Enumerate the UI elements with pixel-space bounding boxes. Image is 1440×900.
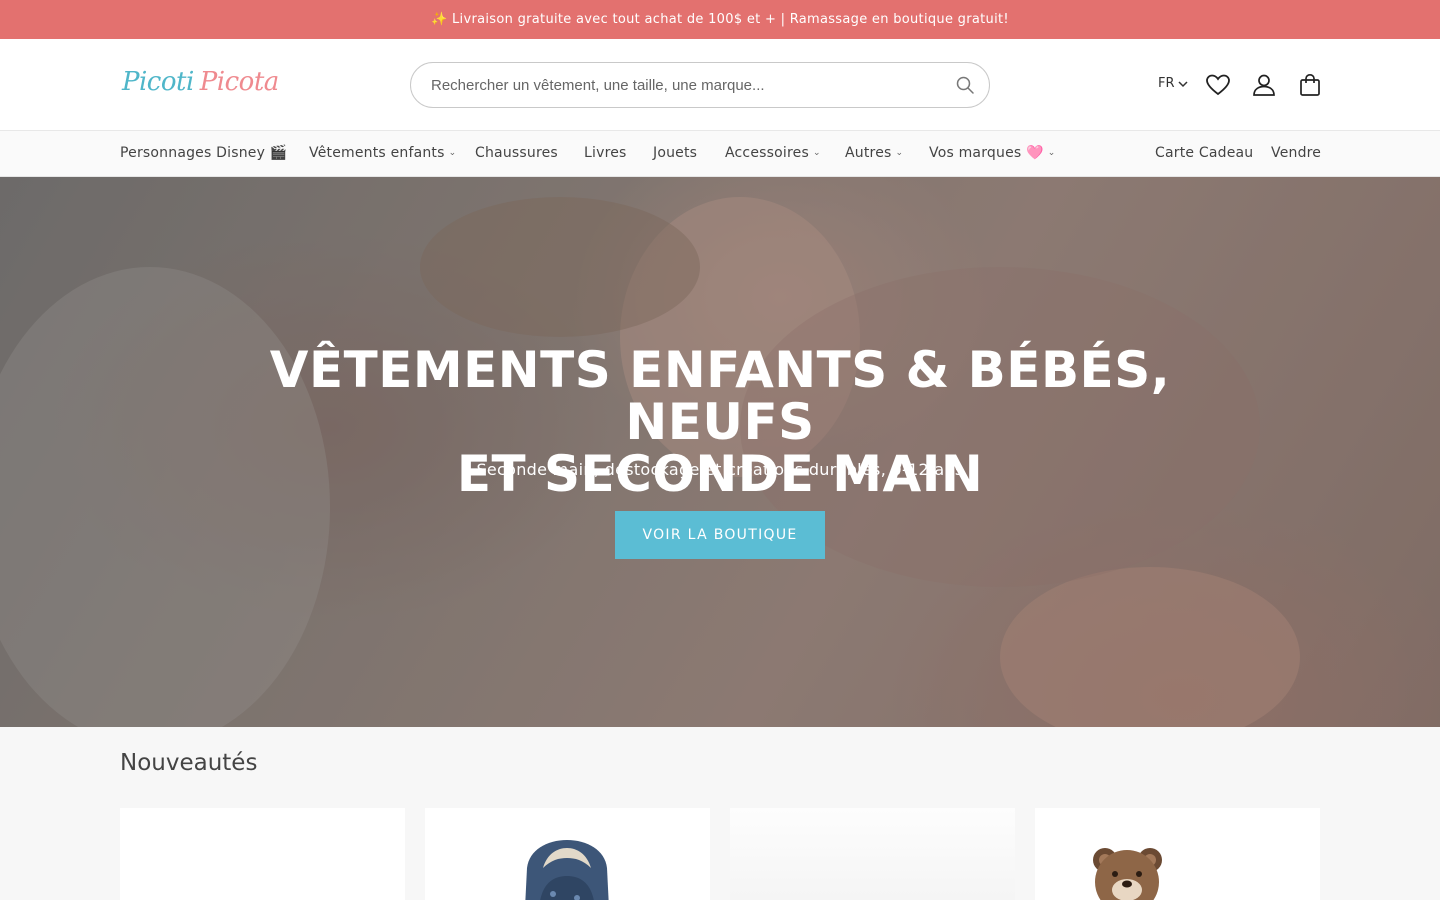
account-user-icon[interactable] — [1251, 72, 1277, 98]
announcement-text: ✨ Livraison gratuite avec tout achat de … — [431, 12, 1009, 27]
product-image — [525, 840, 609, 900]
product-image — [1093, 848, 1162, 900]
nav-item-label: Livres — [584, 145, 627, 161]
site-logo[interactable]: Picoti Picota — [122, 67, 279, 97]
announcement-bar: ✨ Livraison gratuite avec tout achat de … — [0, 0, 1440, 39]
nav-item-personnages-disney[interactable]: Personnages Disney 🎬 — [120, 145, 287, 161]
product-card[interactable] — [425, 808, 710, 900]
nav-item-vetements-enfants[interactable]: Vêtements enfants ⌄ — [309, 145, 456, 161]
wishlist-heart-icon[interactable] — [1205, 72, 1231, 98]
language-selector[interactable]: FR — [1158, 76, 1188, 91]
product-image — [120, 808, 405, 900]
hero-subtitle: Seconde main, déstockage et créations du… — [476, 460, 964, 479]
main-navigation: Personnages Disney 🎬 Vêtements enfants ⌄ … — [0, 131, 1440, 177]
nav-item-jouets[interactable]: Jouets — [653, 145, 697, 161]
product-image — [730, 808, 1015, 900]
search-input[interactable] — [431, 63, 941, 107]
search-box — [410, 62, 990, 108]
nav-item-label: Personnages Disney 🎬 — [120, 145, 288, 161]
nav-item-livres[interactable]: Livres — [584, 145, 627, 161]
nav-item-label: Vendre — [1271, 145, 1322, 161]
nav-item-label: Vêtements enfants — [309, 145, 445, 161]
nav-item-vendre[interactable]: Vendre — [1271, 145, 1321, 161]
nav-item-label: Vos marques 🩷 — [929, 145, 1044, 161]
cart-bag-icon[interactable] — [1297, 72, 1323, 98]
chevron-down-icon: ⌄ — [895, 148, 904, 158]
nav-item-label: Accessoires — [725, 145, 809, 161]
nav-item-label: Jouets — [653, 145, 698, 161]
nav-item-autres[interactable]: Autres ⌄ — [845, 145, 903, 161]
shop-now-button[interactable]: VOIR LA BOUTIQUE — [615, 511, 825, 559]
nav-item-vos-marques[interactable]: Vos marques 🩷 ⌄ — [929, 145, 1055, 161]
logo-part2: Picota — [199, 67, 279, 97]
nav-item-chaussures[interactable]: Chaussures — [475, 145, 558, 161]
product-card[interactable] — [1035, 808, 1320, 900]
nav-item-label: Autres — [845, 145, 892, 161]
chevron-down-icon — [1177, 80, 1188, 87]
new-arrivals-title: Nouveautés — [120, 750, 258, 776]
site-header: PicotiPicota FR — [0, 39, 1440, 131]
product-card[interactable] — [730, 808, 1015, 900]
nav-item-label: Carte Cadeau — [1155, 145, 1254, 161]
logo-part1: Picoti — [122, 67, 194, 97]
chevron-down-icon: ⌄ — [1047, 148, 1056, 158]
search-icon[interactable] — [955, 75, 975, 95]
chevron-down-icon: ⌄ — [812, 148, 821, 158]
nav-item-label: Chaussures — [475, 145, 558, 161]
nav-item-carte-cadeau[interactable]: Carte Cadeau — [1155, 145, 1253, 161]
language-label: FR — [1158, 76, 1175, 91]
product-card[interactable] — [120, 808, 405, 900]
chevron-down-icon: ⌄ — [448, 148, 457, 158]
hero-banner: VÊTEMENTS ENFANTS & BÉBÉS, NEUFS ET SECO… — [0, 177, 1440, 727]
nav-item-accessoires[interactable]: Accessoires ⌄ — [725, 145, 821, 161]
hero-title-line1: VÊTEMENTS ENFANTS & BÉBÉS, NEUFS — [269, 341, 1171, 451]
